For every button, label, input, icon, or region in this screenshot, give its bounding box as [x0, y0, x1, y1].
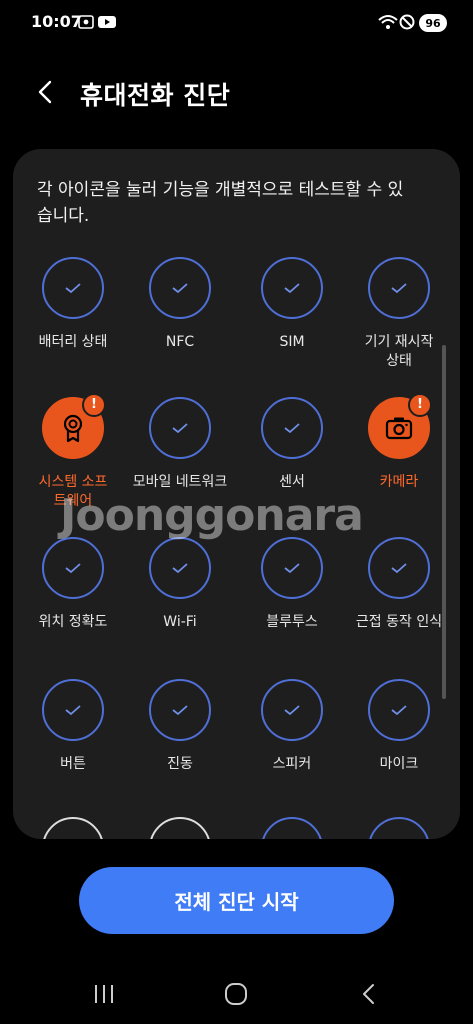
sensor-test-button[interactable]: [261, 397, 323, 459]
test-label: 위치 정확도: [38, 614, 108, 630]
test-label: 마이크: [379, 756, 419, 772]
test-label: 스피커: [272, 756, 312, 772]
sim-test-button[interactable]: [261, 257, 323, 319]
alert-badge: !: [408, 393, 432, 417]
test-item-wifi[interactable]: Wi-Fi: [125, 537, 235, 632]
status-time: 10:07: [31, 12, 82, 31]
test-item-sensor[interactable]: 센서: [237, 397, 347, 492]
system-software-test-button[interactable]: !: [42, 393, 106, 459]
recent-apps-button[interactable]: [90, 980, 118, 1008]
check-icon: [65, 563, 81, 574]
vibration-test-button[interactable]: [149, 679, 211, 741]
wifi-test-button[interactable]: [149, 537, 211, 599]
alert-badge: !: [82, 393, 106, 417]
nfc-test-button[interactable]: [149, 257, 211, 319]
navigation-bar: [0, 960, 473, 1024]
chevron-left-icon: [38, 80, 52, 104]
app-bar: 휴대전화 진단: [0, 60, 473, 124]
test-item-sim[interactable]: SIM: [237, 257, 347, 352]
battery-test-button[interactable]: [42, 257, 104, 319]
wifi-icon: [378, 14, 398, 34]
back-button[interactable]: [32, 78, 60, 106]
proximity-test-button[interactable]: [368, 537, 430, 599]
buttons-test-button[interactable]: [42, 679, 104, 741]
do-not-disturb-icon: [399, 14, 415, 34]
test-label: 배터리 상태: [38, 334, 108, 350]
microphone-test-button[interactable]: [368, 679, 430, 741]
speaker-test-button[interactable]: [261, 679, 323, 741]
start-full-diagnosis-button[interactable]: 전체 진단 시작: [79, 867, 394, 934]
back-icon: [363, 984, 374, 1004]
partial-test-button[interactable]: [261, 817, 323, 839]
test-item-camera[interactable]: ! 카메라: [344, 393, 454, 492]
instructions-text: 각 아이콘을 눌러 기능을 개별적으로 테스트할 수 있습니다.: [37, 180, 404, 226]
test-item-partial[interactable]: [344, 817, 454, 839]
test-item-partial[interactable]: [18, 817, 128, 839]
check-icon: [172, 705, 188, 716]
check-icon: [65, 705, 81, 716]
bluetooth-test-button[interactable]: [261, 537, 323, 599]
test-item-microphone[interactable]: 마이크: [344, 679, 454, 774]
youtube-icon: [98, 14, 116, 34]
test-label: 근접 동작 인식: [355, 614, 443, 630]
check-icon: [284, 423, 300, 434]
check-icon: [172, 563, 188, 574]
check-icon: [391, 705, 407, 716]
status-bar: 10:07 96: [0, 0, 473, 46]
test-item-partial[interactable]: [125, 817, 235, 839]
test-label: SIM: [279, 334, 305, 350]
test-label: 버튼: [60, 756, 86, 772]
test-item-bluetooth[interactable]: 블루투스: [237, 537, 347, 632]
check-icon: [284, 705, 300, 716]
test-item-restart[interactable]: 기기 재시작 상태: [344, 257, 454, 371]
watermark: Joonggonara: [60, 490, 364, 541]
check-icon: [391, 563, 407, 574]
location-test-button[interactable]: [42, 537, 104, 599]
test-item-speaker[interactable]: 스피커: [237, 679, 347, 774]
check-icon: [391, 283, 407, 294]
test-label: 기기 재시작 상태: [364, 334, 434, 369]
badge-icon: [63, 414, 83, 443]
check-icon: [172, 423, 188, 434]
battery-indicator: 96: [419, 14, 447, 32]
test-item-proximity[interactable]: 근접 동작 인식: [344, 537, 454, 632]
test-item-battery[interactable]: 배터리 상태: [18, 257, 128, 352]
partial-test-button[interactable]: [42, 817, 104, 839]
check-icon: [65, 283, 81, 294]
home-icon: [225, 983, 247, 1005]
test-item-location[interactable]: 위치 정확도: [18, 537, 128, 632]
test-item-vibration[interactable]: 진동: [125, 679, 235, 774]
camera-test-button[interactable]: !: [368, 393, 432, 459]
check-icon: [172, 283, 188, 294]
test-item-partial[interactable]: [237, 817, 347, 839]
test-label: 블루투스: [266, 614, 318, 630]
home-button[interactable]: [222, 980, 250, 1008]
check-icon: [284, 563, 300, 574]
recent-apps-icon: [95, 985, 113, 1003]
camera-icon: [385, 417, 413, 440]
screen-capture-icon: [78, 14, 94, 34]
nav-back-button[interactable]: [355, 980, 383, 1008]
test-item-nfc[interactable]: NFC: [125, 257, 235, 352]
test-item-mobile-network[interactable]: 모바일 네트워크: [125, 397, 235, 492]
restart-test-button[interactable]: [368, 257, 430, 319]
partial-test-button[interactable]: [368, 817, 430, 839]
test-label: Wi-Fi: [163, 614, 197, 630]
test-item-buttons[interactable]: 버튼: [18, 679, 128, 774]
mobile-network-test-button[interactable]: [149, 397, 211, 459]
test-label: NFC: [165, 334, 195, 350]
page-title: 휴대전화 진단: [80, 81, 231, 110]
test-label: 진동: [167, 756, 193, 772]
check-icon: [284, 283, 300, 294]
partial-test-button[interactable]: [149, 817, 211, 839]
